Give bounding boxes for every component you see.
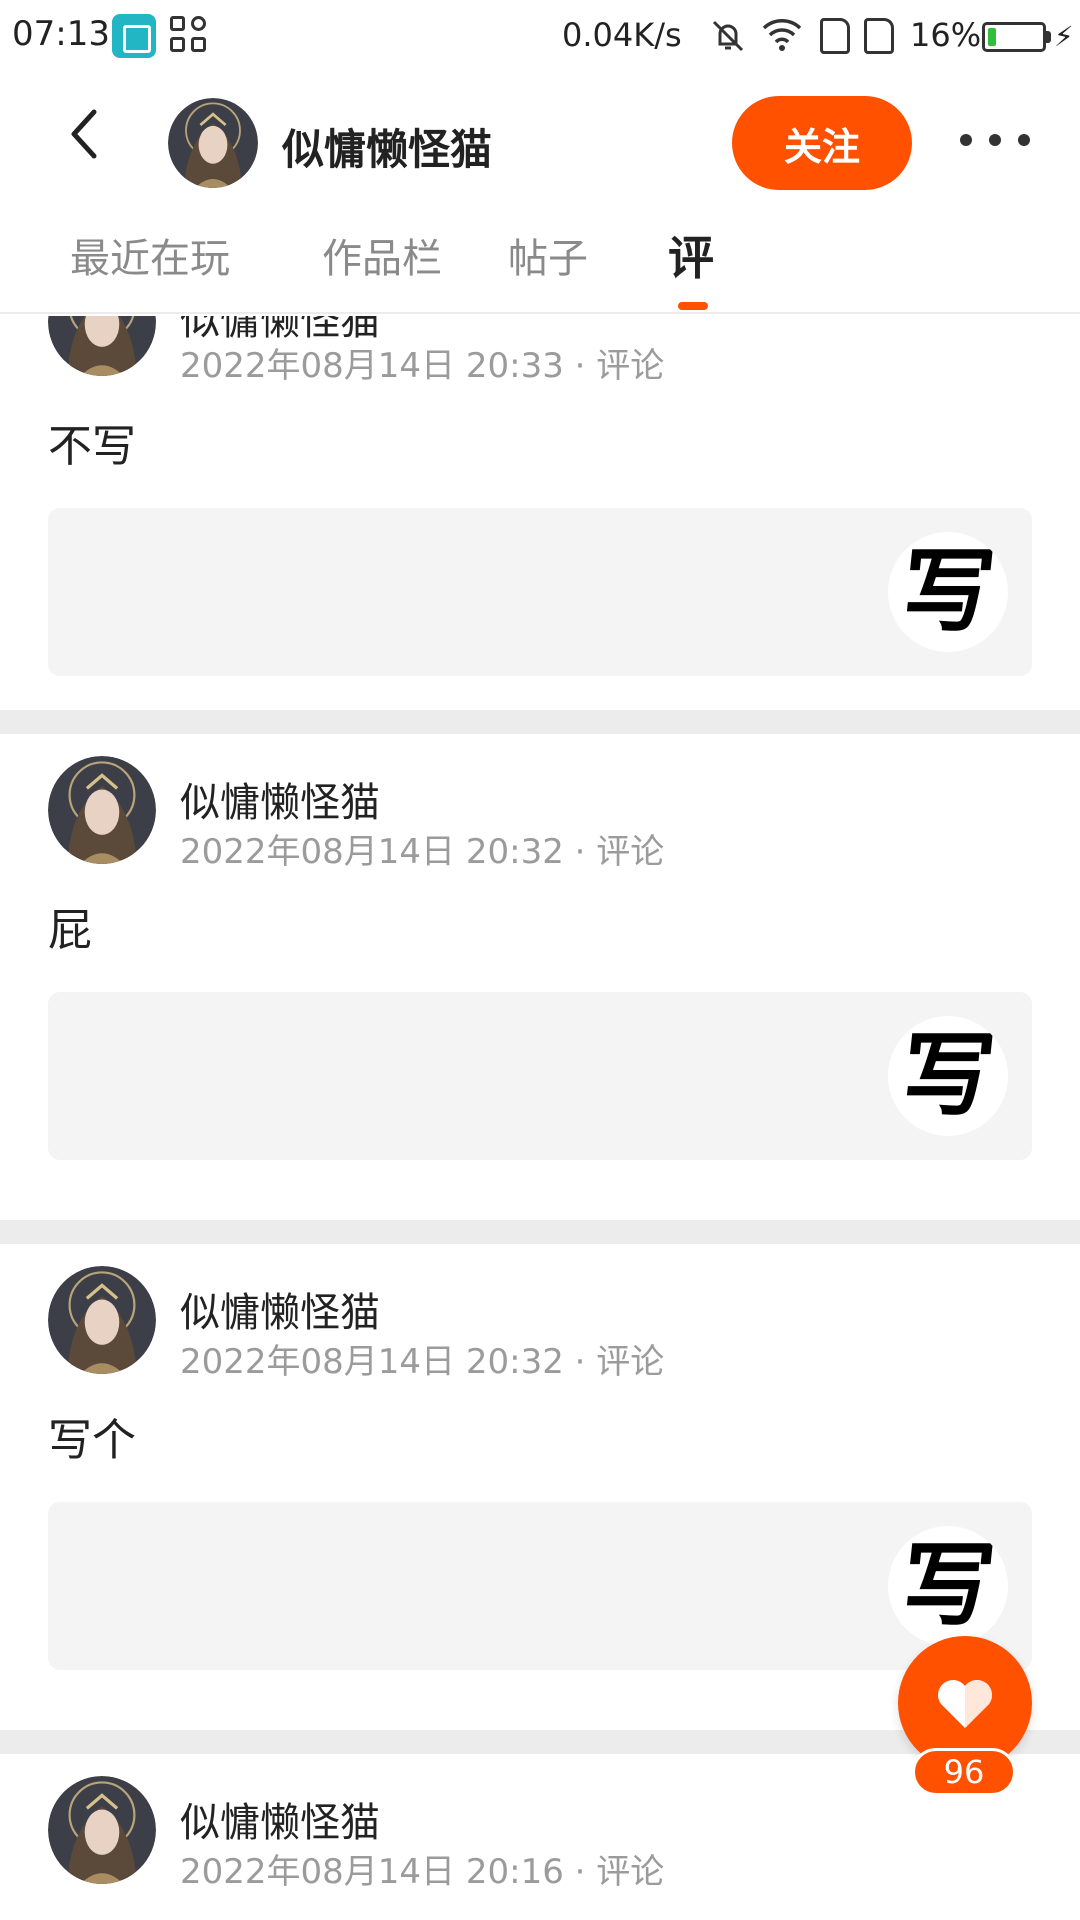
active-tab-indicator — [678, 302, 708, 310]
back-button[interactable] — [56, 104, 116, 164]
charging-icon: ⚡ — [1054, 20, 1074, 53]
game-card[interactable]: 写 — [48, 1502, 1032, 1670]
game-logo: 写 — [888, 532, 1008, 652]
tab-posts[interactable]: 帖子 — [508, 226, 588, 284]
list-item: 似慵懒怪猫 2022年08月14日 20:32 · 评论 屁 写 — [0, 734, 1080, 1220]
avatar[interactable] — [48, 756, 156, 864]
battery-cap — [1046, 31, 1051, 43]
network-speed: 0.04K/s — [562, 16, 682, 54]
game-logo: 写 — [888, 1526, 1008, 1646]
post-author[interactable]: 似慵懒怪猫 — [180, 1790, 380, 1848]
profile-name: 似慵懒怪猫 — [282, 125, 493, 174]
dot — [1018, 134, 1030, 146]
profile-tabs: 最近在玩 作品栏 帖子 评 — [0, 206, 1080, 314]
tab-works[interactable]: 作品栏 — [322, 226, 442, 284]
post-date: 2022年08月14日 20:16 — [180, 1852, 564, 1892]
dot — [960, 134, 972, 146]
post-type: 评论 — [596, 1852, 665, 1892]
avatar[interactable] — [168, 98, 258, 188]
battery-percent: 16% — [910, 16, 982, 54]
avatar[interactable] — [48, 316, 156, 376]
heart-icon — [938, 1680, 992, 1728]
status-bar: 07:13 0.04K/s 16% ⚡ — [0, 0, 1080, 76]
list-item: 似慵懒怪猫 2022年08月14日 20:33 · 评论 不写 写 — [0, 316, 1080, 710]
battery-icon — [982, 22, 1046, 52]
apps-grid-icon — [170, 16, 210, 56]
game-card[interactable]: 写 — [48, 992, 1032, 1160]
wifi-icon — [760, 14, 804, 54]
divider — [0, 1220, 1080, 1244]
post-date: 2022年08月14日 20:32 — [180, 832, 564, 872]
like-count-badge: 96 — [912, 1748, 1016, 1796]
avatar[interactable] — [48, 1776, 156, 1884]
post-meta: 2022年08月14日 20:33 · 评论 — [180, 346, 665, 386]
post-author[interactable]: 似慵懒怪猫 — [180, 770, 380, 828]
screen-capture-icon — [112, 14, 156, 58]
status-time: 07:13 — [12, 14, 110, 54]
post-meta: 2022年08月14日 20:16 · 评论 — [180, 1852, 665, 1892]
tab-recently-played[interactable]: 最近在玩 — [70, 226, 230, 284]
post-text: 不写 — [48, 421, 136, 472]
post-meta: 2022年08月14日 20:32 · 评论 — [180, 1342, 665, 1382]
post-date: 2022年08月14日 20:32 — [180, 1342, 564, 1382]
game-card[interactable]: 写 — [48, 508, 1032, 676]
more-options-button[interactable] — [960, 120, 1030, 160]
post-date: 2022年08月14日 20:33 — [180, 346, 564, 386]
post-type: 评论 — [596, 346, 665, 386]
dot — [989, 134, 1001, 146]
post-type: 评论 — [596, 832, 665, 872]
profile-header: 似慵懒怪猫 关注 — [0, 76, 1080, 206]
post-author[interactable]: 似慵懒怪猫 — [180, 1280, 380, 1338]
bell-muted-icon — [708, 16, 748, 56]
divider — [0, 710, 1080, 734]
post-text: 写个 — [48, 1415, 136, 1466]
game-logo: 写 — [888, 1016, 1008, 1136]
post-type: 评论 — [596, 1342, 665, 1382]
post-meta: 2022年08月14日 20:32 · 评论 — [180, 832, 665, 872]
tab-comments[interactable]: 评 — [668, 222, 714, 288]
chevron-left-icon — [71, 109, 97, 159]
sim-card-icon — [864, 18, 894, 54]
avatar[interactable] — [48, 1266, 156, 1374]
sim-card-icon — [820, 18, 850, 54]
post-text: 屁 — [48, 905, 92, 956]
follow-button[interactable]: 关注 — [732, 96, 912, 190]
